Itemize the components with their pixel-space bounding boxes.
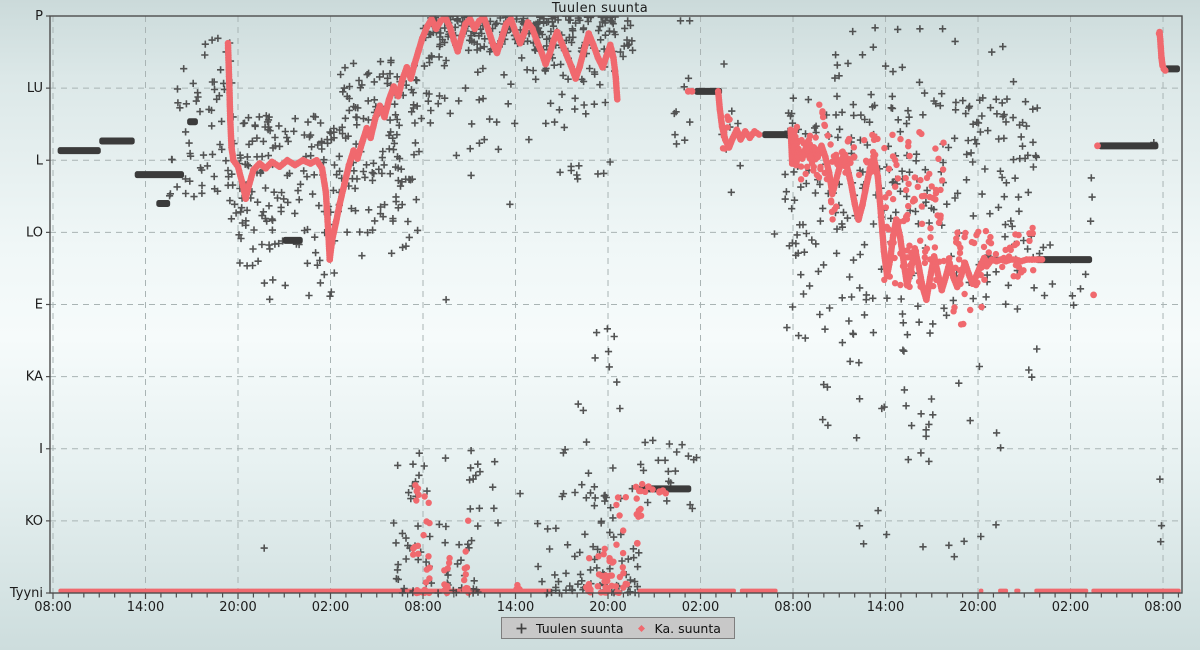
plot-area: 08:00 14:00 20:00 02:00 08:00 14:00 20:00 02:00… [0, 0, 1200, 650]
x-tick-label: 02:00 [1052, 600, 1089, 615]
x-tick-label: 08:00 [774, 600, 811, 615]
legend-avg-label: Ka. suunta [654, 621, 720, 636]
y-tick-label: P [35, 9, 43, 24]
axis-ticks [46, 16, 1178, 599]
y-tick-label: KO [25, 514, 43, 529]
x-tick-label: 02:00 [682, 600, 719, 615]
x-tick-label: 14:00 [127, 600, 164, 615]
wind-direction-chart: Tuulen suunta 08:00 14:00 20:00 02:00 08:00 1… [0, 0, 1200, 650]
x-tick-label: 14:00 [497, 600, 534, 615]
x-tick-label: 08:00 [1144, 600, 1181, 615]
x-tick-label: 20:00 [219, 600, 256, 615]
y-tick-label: E [35, 298, 43, 313]
y-tick-label: I [39, 442, 43, 457]
y-tick-label: KA [26, 370, 43, 385]
x-tick-label: 14:00 [867, 600, 904, 615]
y-tick-label: L [36, 153, 44, 168]
y-tick-label: LU [27, 81, 43, 96]
x-tick-label: 20:00 [589, 600, 626, 615]
legend-item-wind[interactable]: Tuulen suunta [515, 621, 623, 636]
y-axis-labels: P LU L LO E KA I KO Tyyni [9, 9, 44, 601]
avg-direction-scatter [410, 30, 1163, 596]
x-tick-label: 02:00 [312, 600, 349, 615]
x-tick-label: 20:00 [959, 600, 996, 615]
x-axis-labels: 08:00 14:00 20:00 02:00 08:00 14:00 20:00 02:00… [34, 600, 1181, 615]
x-tick-label: 08:00 [404, 600, 441, 615]
plus-marker-icon [515, 622, 528, 635]
x-tick-label: 08:00 [34, 600, 71, 615]
legend: Tuulen suunta Ka. suunta [501, 617, 735, 639]
legend-wind-label: Tuulen suunta [536, 621, 623, 636]
y-tick-label: LO [26, 225, 43, 240]
y-tick-label: Tyyni [9, 586, 43, 601]
legend-item-avg[interactable]: Ka. suunta [637, 621, 720, 636]
wind-constant-bars [58, 65, 1180, 492]
diamond-marker-icon [637, 624, 646, 633]
